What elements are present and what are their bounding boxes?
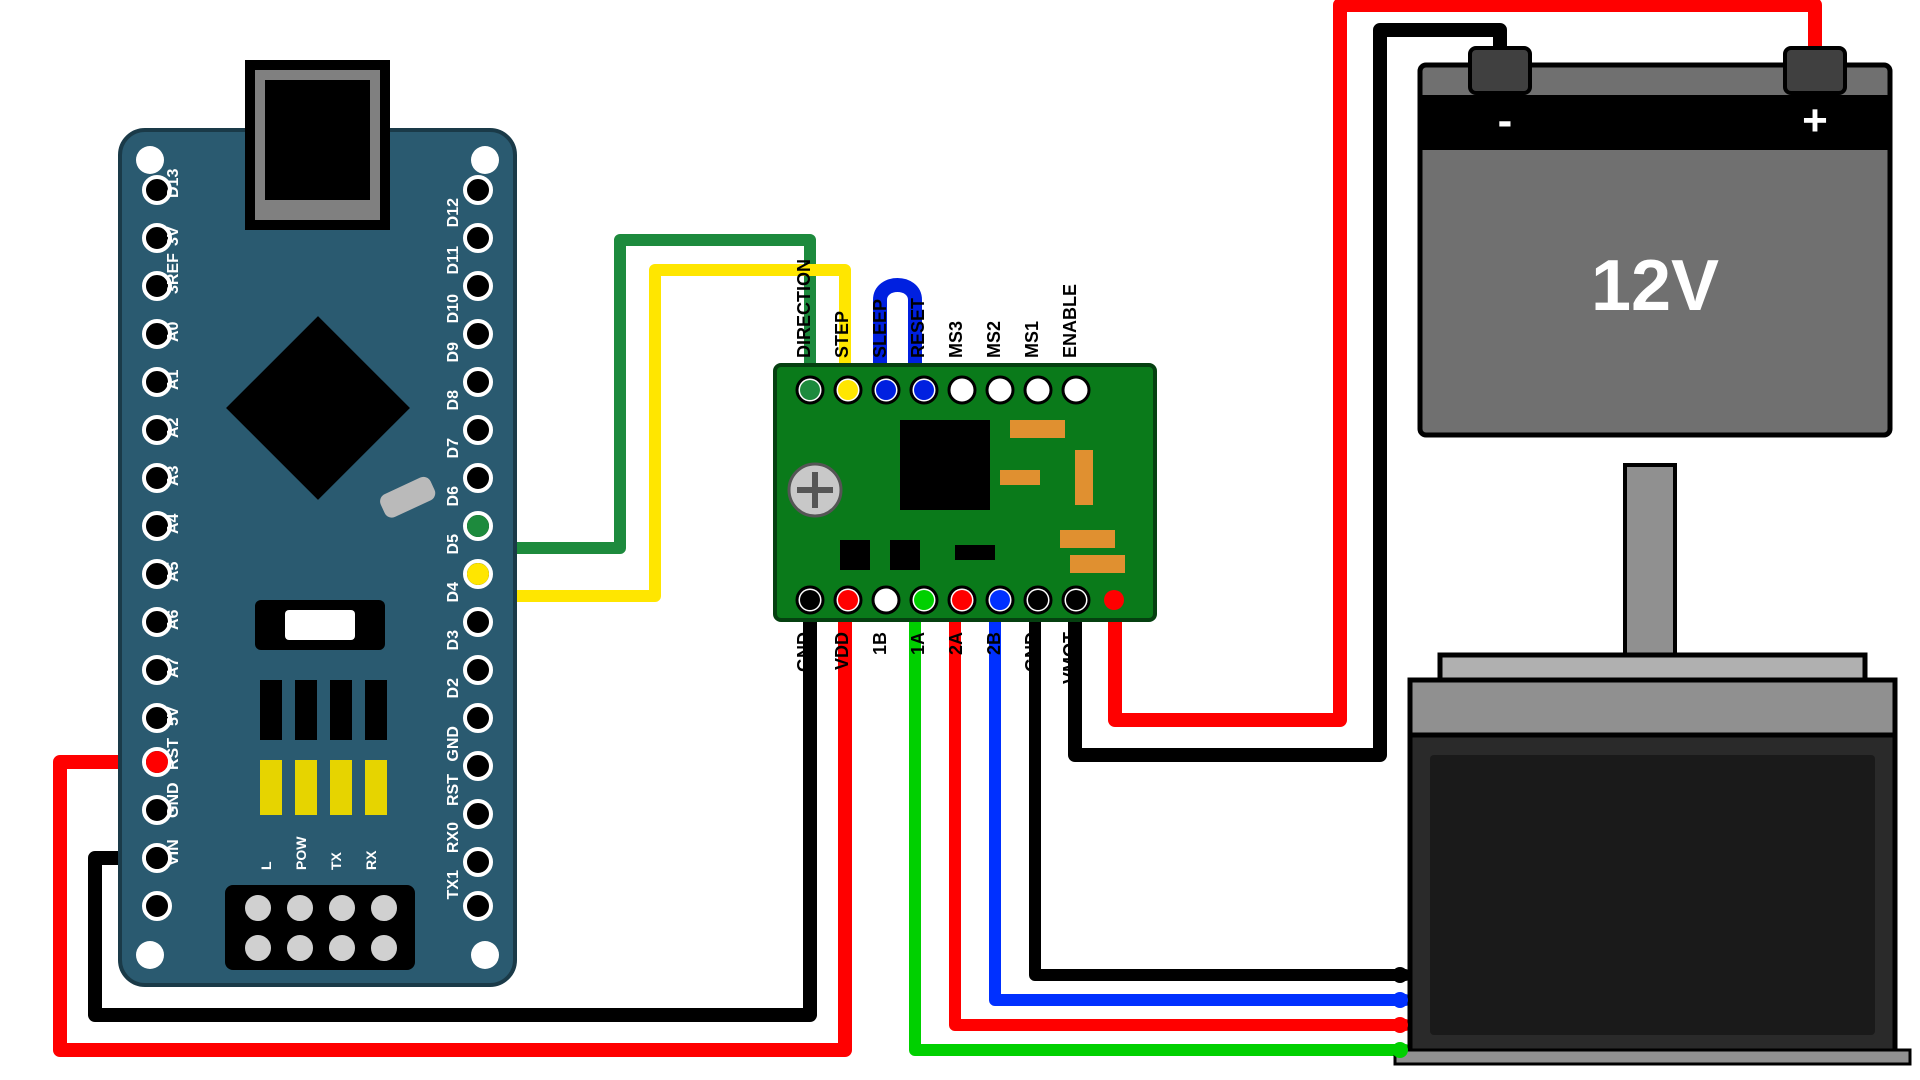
svg-text:A4: A4: [165, 513, 182, 534]
svg-text:D3: D3: [445, 630, 462, 651]
svg-text:RX: RX: [363, 850, 379, 870]
svg-text:RESET: RESET: [908, 298, 928, 358]
svg-text:MS2: MS2: [984, 321, 1004, 358]
arduino-nano: L POW TX RX D13 3V 3REF: [120, 60, 515, 985]
svg-text:2B: 2B: [984, 632, 1004, 655]
svg-text:D11: D11: [445, 246, 462, 275]
svg-text:D7: D7: [445, 438, 462, 459]
svg-text:VMOT: VMOT: [1060, 632, 1080, 684]
svg-text:A3: A3: [165, 465, 182, 486]
svg-text:RX0: RX0: [445, 822, 462, 853]
svg-text:3REF: 3REF: [165, 253, 182, 294]
svg-text:D13: D13: [165, 169, 182, 198]
stepper-motor: [1392, 465, 1910, 1064]
svg-text:TX: TX: [328, 851, 344, 870]
svg-text:D2: D2: [445, 678, 462, 699]
svg-text:RST: RST: [165, 738, 182, 770]
svg-text:+: +: [1802, 96, 1828, 145]
svg-text:A1: A1: [165, 369, 182, 390]
svg-text:VIN: VIN: [165, 839, 182, 866]
stepper-driver: DIRECTION STEP SLEEP RESET MS3 MS2 MS1 E…: [775, 259, 1155, 684]
svg-text:RST: RST: [445, 774, 462, 806]
svg-text:A2: A2: [165, 417, 182, 438]
svg-text:D4: D4: [445, 582, 462, 603]
svg-text:D5: D5: [445, 534, 462, 555]
wire-d5-direction: [475, 240, 810, 548]
svg-text:D8: D8: [445, 390, 462, 411]
wire-2b: [1035, 610, 1405, 975]
svg-text:MS3: MS3: [946, 321, 966, 358]
svg-text:D10: D10: [445, 294, 462, 323]
svg-text:DIRECTION: DIRECTION: [794, 259, 814, 358]
svg-text:3V: 3V: [165, 226, 182, 246]
svg-text:1B: 1B: [870, 632, 890, 655]
wiring-diagram: L POW TX RX D13 3V 3REF: [0, 0, 1920, 1080]
svg-text:D6: D6: [445, 486, 462, 507]
svg-text:5V: 5V: [165, 706, 182, 726]
svg-text:VDD: VDD: [832, 632, 852, 670]
svg-text:2A: 2A: [946, 632, 966, 655]
svg-text:TX1: TX1: [445, 870, 462, 899]
svg-text:MS1: MS1: [1022, 321, 1042, 358]
svg-text:12V: 12V: [1591, 246, 1719, 326]
svg-text:ENABLE: ENABLE: [1060, 284, 1080, 358]
svg-text:GND: GND: [445, 726, 462, 762]
svg-text:SLEEP: SLEEP: [870, 299, 890, 358]
svg-text:A6: A6: [165, 609, 182, 630]
svg-text:D12: D12: [445, 198, 462, 227]
svg-text:A0: A0: [165, 321, 182, 342]
svg-text:A5: A5: [165, 561, 182, 582]
svg-text:A7: A7: [165, 657, 182, 678]
svg-text:POW: POW: [293, 836, 309, 870]
svg-text:GND: GND: [794, 632, 814, 672]
svg-text:D9: D9: [445, 342, 462, 363]
svg-text:STEP: STEP: [832, 311, 852, 358]
svg-text:GND: GND: [165, 782, 182, 818]
svg-text:L: L: [258, 861, 274, 870]
svg-text:-: -: [1498, 96, 1513, 145]
svg-text:GND: GND: [1022, 632, 1042, 672]
battery-12v: - + 12V: [1420, 48, 1890, 435]
wire-1b: [915, 610, 1405, 1050]
svg-text:1A: 1A: [908, 632, 928, 655]
